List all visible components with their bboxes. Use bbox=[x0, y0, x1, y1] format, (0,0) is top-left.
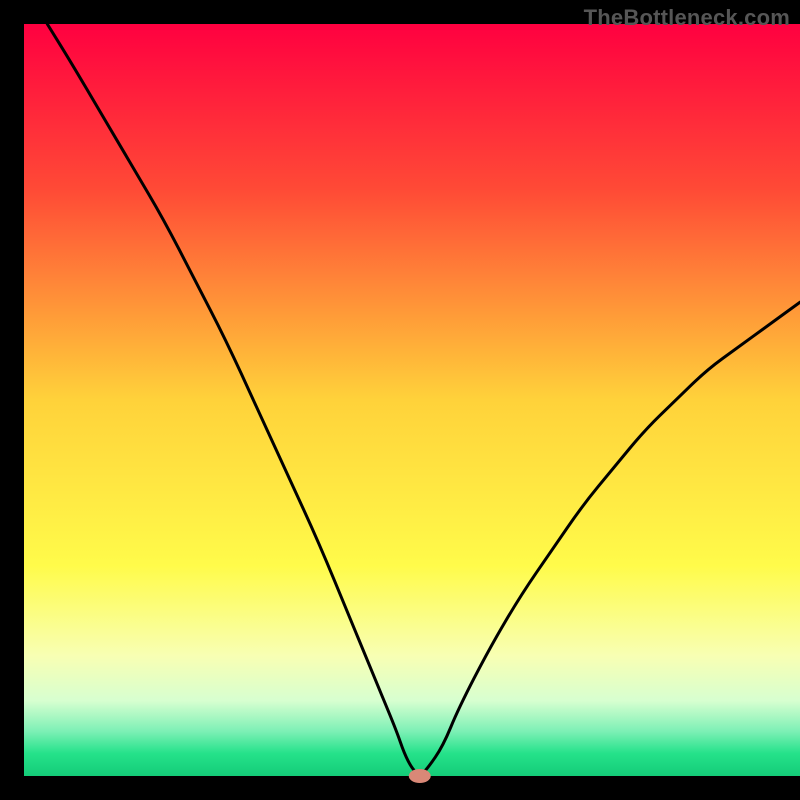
bottleneck-chart bbox=[0, 0, 800, 800]
watermark-label: TheBottleneck.com bbox=[584, 5, 790, 31]
minimum-marker bbox=[409, 769, 431, 783]
plot-background bbox=[24, 24, 800, 776]
chart-container: TheBottleneck.com bbox=[0, 0, 800, 800]
